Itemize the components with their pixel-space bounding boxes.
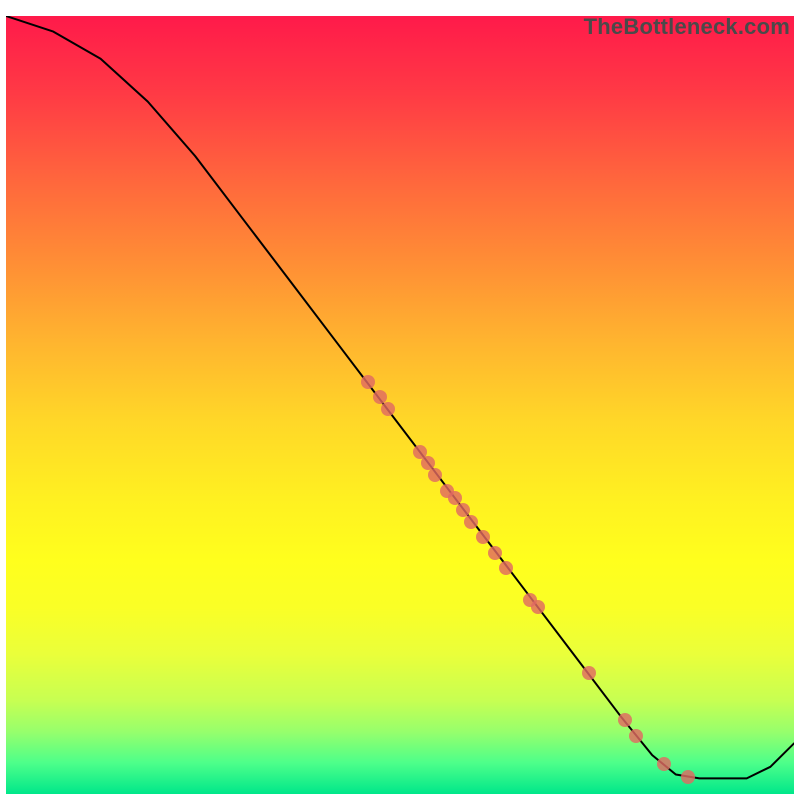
chart-container: TheBottleneck.com	[0, 0, 800, 800]
data-point	[488, 546, 502, 560]
plot-area: TheBottleneck.com	[6, 16, 794, 794]
data-point	[681, 770, 695, 784]
data-point	[618, 713, 632, 727]
data-point	[476, 530, 490, 544]
curve-layer	[6, 16, 794, 794]
data-point	[464, 515, 478, 529]
data-point	[381, 402, 395, 416]
data-point	[629, 729, 643, 743]
